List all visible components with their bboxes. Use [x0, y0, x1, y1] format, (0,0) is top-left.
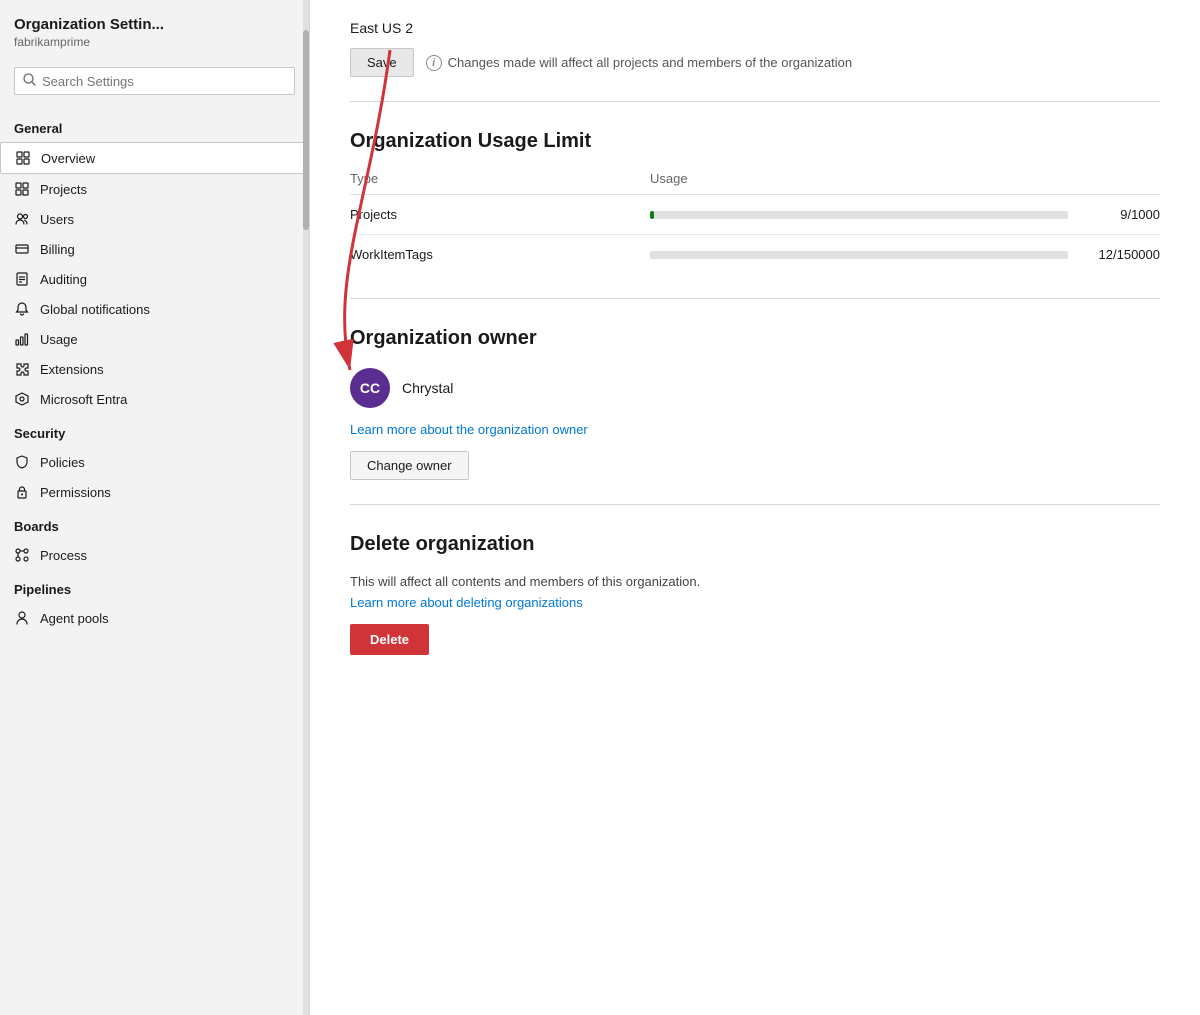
col-header-type: Type [350, 171, 650, 186]
delete-org-section: Delete organization This will affect all… [350, 505, 1160, 679]
sidebar-nav: General Overview Pr [0, 109, 309, 1015]
section-label-general: General [0, 109, 309, 142]
org-owner-section: Organization owner CC Chrystal Learn mor… [350, 299, 1160, 505]
sidebar-item-label-process: Process [40, 548, 87, 563]
sidebar-item-label-users: Users [40, 212, 74, 227]
usage-row-workitemtags: WorkItemTags 12/150000 [350, 235, 1160, 274]
sidebar-item-label-agent-pools: Agent pools [40, 611, 109, 626]
main-content: East US 2 Save i Changes made will affec… [310, 0, 1200, 1015]
usage-bar-track-projects [650, 211, 1068, 219]
delete-org-title: Delete organization [350, 533, 1160, 556]
section-label-pipelines: Pipelines [0, 570, 309, 603]
search-input[interactable] [42, 74, 286, 89]
sidebar-item-label-overview: Overview [41, 151, 95, 166]
users-icon [14, 211, 30, 227]
sidebar-item-auditing[interactable]: Auditing [0, 264, 309, 294]
change-owner-button[interactable]: Change owner [350, 451, 469, 480]
sidebar-item-permissions[interactable]: Permissions [0, 477, 309, 507]
usage-limit-section: Organization Usage Limit Type Usage Proj… [350, 102, 1160, 299]
learn-more-owner-link[interactable]: Learn more about the organization owner [350, 422, 1160, 437]
sidebar-item-label-projects: Projects [40, 182, 87, 197]
billing-icon [14, 241, 30, 257]
sidebar-item-label-policies: Policies [40, 455, 85, 470]
sidebar-item-policies[interactable]: Policies [0, 447, 309, 477]
sidebar-item-process[interactable]: Process [0, 540, 309, 570]
extensions-icon [14, 361, 30, 377]
process-icon [14, 547, 30, 563]
save-button[interactable]: Save [350, 48, 414, 77]
usage-icon [14, 331, 30, 347]
sidebar-item-projects[interactable]: Projects [0, 174, 309, 204]
sidebar-item-label-billing: Billing [40, 242, 75, 257]
sidebar-item-overview[interactable]: Overview [0, 142, 309, 174]
permissions-icon [14, 484, 30, 500]
sidebar-header: Organization Settin... fabrikamprime [0, 0, 309, 57]
sidebar-item-agent-pools[interactable]: Agent pools [0, 603, 309, 633]
usage-bar-track-workitemtags [650, 251, 1068, 259]
sidebar-item-label-auditing: Auditing [40, 272, 87, 287]
notifications-icon [14, 301, 30, 317]
owner-row: CC Chrystal [350, 368, 1160, 408]
sidebar-item-users[interactable]: Users [0, 204, 309, 234]
usage-table-header: Type Usage [350, 171, 1160, 195]
usage-limit-title: Organization Usage Limit [350, 130, 1160, 153]
search-box[interactable] [14, 67, 295, 95]
agent-pools-icon [14, 610, 30, 626]
search-icon [23, 73, 36, 89]
sidebar-item-label-global-notifications: Global notifications [40, 302, 150, 317]
usage-bar-fill-projects [650, 211, 654, 219]
sidebar-subtitle: fabrikamprime [14, 35, 295, 49]
scrollbar-track[interactable] [303, 0, 309, 1015]
entra-icon [14, 391, 30, 407]
col-header-usage: Usage [650, 171, 1160, 186]
section-label-security: Security [0, 414, 309, 447]
usage-type-projects: Projects [350, 207, 650, 222]
sidebar-item-global-notifications[interactable]: Global notifications [0, 294, 309, 324]
usage-bar-container-projects: 9/1000 [650, 207, 1160, 222]
delete-org-description: This will affect all contents and member… [350, 574, 1160, 589]
usage-table: Type Usage Projects 9/1000 WorkItemTags [350, 171, 1160, 274]
usage-count-workitemtags: 12/150000 [1080, 247, 1160, 262]
usage-count-projects: 9/1000 [1080, 207, 1160, 222]
grid-icon [15, 150, 31, 166]
top-region: East US 2 Save i Changes made will affec… [350, 0, 1160, 102]
usage-type-workitemtags: WorkItemTags [350, 247, 650, 262]
sidebar: Organization Settin... fabrikamprime Gen… [0, 0, 310, 1015]
auditing-icon [14, 271, 30, 287]
usage-bar-container-workitemtags: 12/150000 [650, 247, 1160, 262]
policies-icon [14, 454, 30, 470]
location-label: East US 2 [350, 20, 1160, 36]
sidebar-item-microsoft-entra[interactable]: Microsoft Entra [0, 384, 309, 414]
org-owner-title: Organization owner [350, 327, 1160, 350]
section-label-boards: Boards [0, 507, 309, 540]
owner-name: Chrystal [402, 380, 453, 396]
sidebar-item-usage[interactable]: Usage [0, 324, 309, 354]
sidebar-item-billing[interactable]: Billing [0, 234, 309, 264]
scrollbar-thumb[interactable] [303, 30, 309, 230]
save-row: Save i Changes made will affect all proj… [350, 48, 1160, 77]
save-note: i Changes made will affect all projects … [426, 55, 852, 71]
usage-row-projects: Projects 9/1000 [350, 195, 1160, 235]
learn-more-delete-link[interactable]: Learn more about deleting organizations [350, 595, 1160, 610]
sidebar-item-extensions[interactable]: Extensions [0, 354, 309, 384]
sidebar-item-label-extensions: Extensions [40, 362, 104, 377]
delete-button[interactable]: Delete [350, 624, 429, 655]
projects-icon [14, 181, 30, 197]
avatar: CC [350, 368, 390, 408]
info-icon: i [426, 55, 442, 71]
sidebar-item-label-microsoft-entra: Microsoft Entra [40, 392, 127, 407]
sidebar-item-label-usage: Usage [40, 332, 78, 347]
sidebar-item-label-permissions: Permissions [40, 485, 111, 500]
sidebar-title: Organization Settin... [14, 16, 295, 33]
